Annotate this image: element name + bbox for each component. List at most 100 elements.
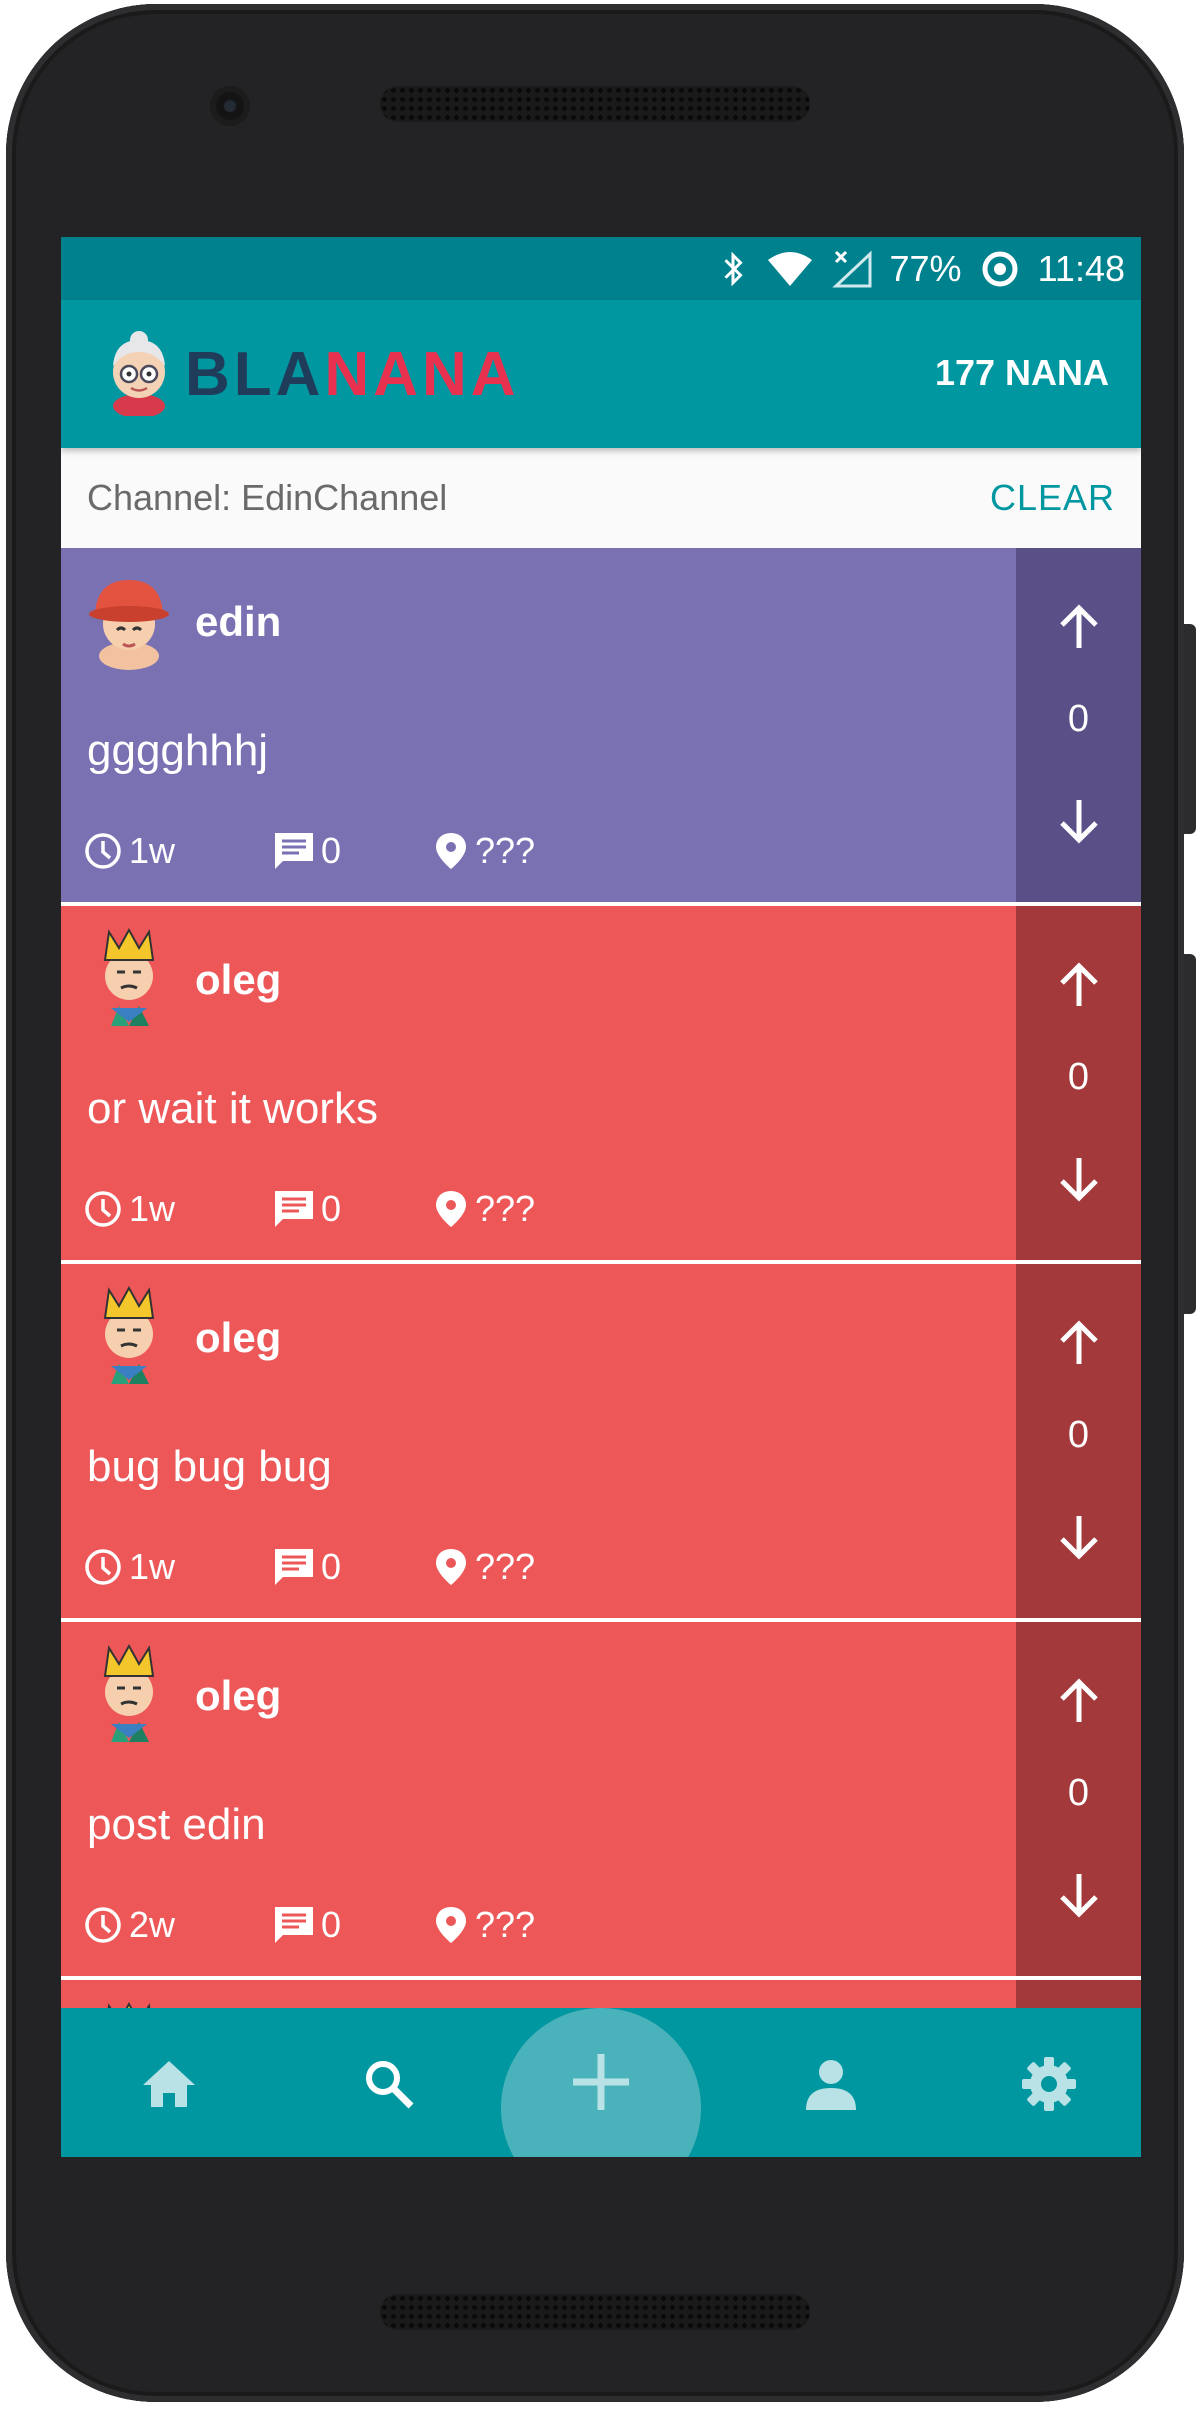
post-comments[interactable]: 0 bbox=[273, 1546, 341, 1588]
post-age: 2w bbox=[83, 1904, 175, 1946]
vote-panel bbox=[1016, 1980, 1141, 2008]
king-avatar-icon bbox=[107, 2001, 151, 2008]
post-age-value: 2w bbox=[129, 1904, 176, 1945]
channel-label: Channel: EdinChannel bbox=[87, 477, 448, 518]
battery-percent: 77% bbox=[889, 247, 962, 289]
post-card[interactable]: oleg or wait it works 1w 0 ??? 0 bbox=[61, 906, 1141, 1260]
vote-count: 0 bbox=[1067, 1056, 1090, 1098]
post-text: or wait it works bbox=[87, 1084, 378, 1133]
post-comments-count: 0 bbox=[321, 1904, 342, 1945]
nav-profile[interactable] bbox=[791, 2044, 871, 2124]
wifi-icon bbox=[766, 250, 814, 288]
vote-count: 0 bbox=[1067, 698, 1090, 740]
post-age: 1w bbox=[83, 830, 175, 872]
profile-icon bbox=[806, 2060, 856, 2110]
post-location: ??? bbox=[433, 1904, 535, 1946]
nav-search[interactable] bbox=[349, 2044, 429, 2124]
comment-icon bbox=[275, 1907, 313, 1943]
post-text: post edin bbox=[87, 1800, 266, 1849]
post-age-value: 1w bbox=[129, 830, 176, 871]
upvote-arrow-icon[interactable] bbox=[1054, 1676, 1104, 1726]
post-card[interactable] bbox=[61, 1980, 1141, 2008]
king-avatar-icon bbox=[103, 1285, 155, 1384]
vote-panel: 0 bbox=[1016, 1622, 1141, 1976]
post-feed[interactable]: edin gggghhhj 1w 0 ??? 0 oleg or wait it… bbox=[61, 548, 1141, 2008]
post-body[interactable]: oleg post edin 2w 0 ??? bbox=[61, 1622, 1016, 1976]
clear-channel-button[interactable]: CLEAR bbox=[990, 477, 1115, 519]
post-body[interactable]: edin gggghhhj 1w 0 ??? bbox=[61, 548, 1016, 902]
post-age-value: 1w bbox=[129, 1188, 176, 1229]
post-comments[interactable]: 0 bbox=[273, 1188, 341, 1230]
nav-settings[interactable] bbox=[1009, 2044, 1089, 2124]
bluetooth-icon bbox=[718, 250, 748, 288]
clock: 11:48 bbox=[1037, 247, 1125, 289]
post-location-value: ??? bbox=[475, 1188, 536, 1229]
post-username[interactable]: oleg bbox=[195, 1672, 281, 1720]
comment-icon bbox=[275, 1191, 313, 1227]
post-card[interactable]: oleg post edin 2w 0 ??? 0 bbox=[61, 1622, 1141, 1976]
post-location-value: ??? bbox=[475, 830, 536, 871]
post-card[interactable]: edin gggghhhj 1w 0 ??? 0 bbox=[61, 548, 1141, 902]
location-pin-icon bbox=[436, 1549, 466, 1585]
add-icon bbox=[573, 2054, 629, 2110]
search-icon bbox=[366, 2061, 414, 2109]
post-comments[interactable]: 0 bbox=[273, 830, 341, 872]
phone-frame: 77% 11:48 BLANANA 177 NANA Channel: Edin… bbox=[6, 4, 1196, 2402]
post-username[interactable]: oleg bbox=[195, 956, 281, 1004]
logo-text-bla: BLA bbox=[185, 340, 325, 409]
upvote-arrow-icon[interactable] bbox=[1054, 960, 1104, 1010]
post-location-value: ??? bbox=[475, 1546, 536, 1587]
post-text: bug bug bug bbox=[87, 1442, 332, 1491]
home-icon bbox=[143, 2061, 195, 2107]
post-comments-count: 0 bbox=[321, 1546, 342, 1587]
status-bar: 77% 11:48 bbox=[61, 237, 1141, 300]
data-saver-icon bbox=[980, 249, 1020, 289]
post-card[interactable]: oleg bug bug bug 1w 0 ??? 0 bbox=[61, 1264, 1141, 1618]
app-screen: 77% 11:48 BLANANA 177 NANA Channel: Edin… bbox=[61, 237, 1141, 2157]
downvote-arrow-icon[interactable] bbox=[1054, 1870, 1104, 1920]
post-comments[interactable]: 0 bbox=[273, 1904, 341, 1946]
app-logo: BLANANA bbox=[185, 344, 520, 406]
post-username[interactable]: edin bbox=[195, 598, 281, 646]
post-comments-count: 0 bbox=[321, 1188, 342, 1229]
post-body[interactable] bbox=[61, 1980, 1016, 2008]
settings-icon bbox=[1022, 2057, 1076, 2111]
post-age-value: 1w bbox=[129, 1546, 176, 1587]
post-text: gggghhhj bbox=[87, 726, 269, 775]
bottom-speaker bbox=[380, 2294, 810, 2330]
post-age: 1w bbox=[83, 1546, 175, 1588]
king-avatar-icon bbox=[103, 927, 155, 1026]
downvote-arrow-icon[interactable] bbox=[1054, 1154, 1104, 1204]
post-body[interactable]: oleg or wait it works 1w 0 ??? bbox=[61, 906, 1016, 1260]
comment-icon bbox=[275, 833, 313, 869]
vote-count: 0 bbox=[1067, 1772, 1090, 1814]
nana-balance: 177 NANA bbox=[934, 352, 1109, 393]
king-avatar-icon bbox=[103, 1643, 155, 1742]
red-hat-avatar-icon bbox=[89, 580, 169, 670]
upvote-arrow-icon[interactable] bbox=[1054, 602, 1104, 652]
front-camera bbox=[210, 86, 250, 126]
volume-button bbox=[1184, 954, 1196, 1314]
post-age: 1w bbox=[83, 1188, 175, 1230]
upvote-arrow-icon[interactable] bbox=[1054, 1318, 1104, 1368]
downvote-arrow-icon[interactable] bbox=[1054, 796, 1104, 846]
clock-icon bbox=[85, 1191, 121, 1227]
comment-icon bbox=[275, 1549, 313, 1585]
grandma-logo-icon bbox=[113, 331, 165, 416]
vote-panel: 0 bbox=[1016, 548, 1141, 902]
nav-home[interactable] bbox=[129, 2044, 209, 2124]
downvote-arrow-icon[interactable] bbox=[1054, 1512, 1104, 1562]
location-pin-icon bbox=[436, 1191, 466, 1227]
post-comments-count: 0 bbox=[321, 830, 342, 871]
post-body[interactable]: oleg bug bug bug 1w 0 ??? bbox=[61, 1264, 1016, 1618]
post-location: ??? bbox=[433, 1546, 535, 1588]
location-pin-icon bbox=[436, 1907, 466, 1943]
vote-panel: 0 bbox=[1016, 1264, 1141, 1618]
clock-icon bbox=[85, 1907, 121, 1943]
location-pin-icon bbox=[436, 833, 466, 869]
no-signal-icon bbox=[831, 250, 872, 288]
top-speaker bbox=[380, 86, 810, 122]
clock-icon bbox=[85, 833, 121, 869]
clock-icon bbox=[85, 1549, 121, 1585]
post-username[interactable]: oleg bbox=[195, 1314, 281, 1362]
